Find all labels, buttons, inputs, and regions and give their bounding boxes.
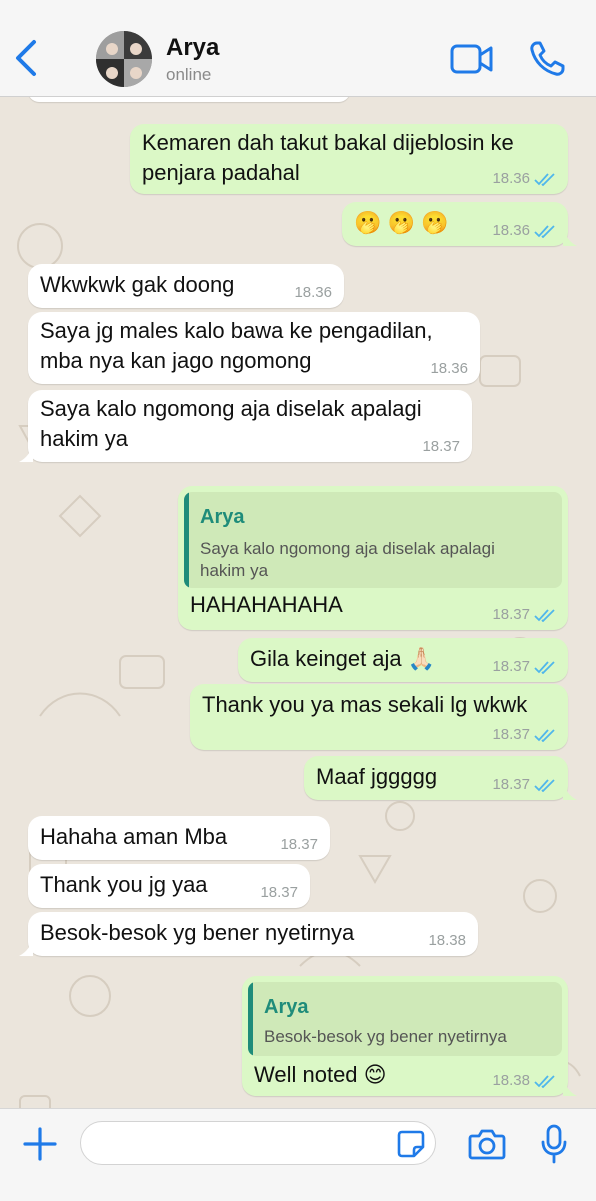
message-text: Besok-besok yg bener nyetirnya — [40, 920, 355, 945]
outgoing-message[interactable]: Maaf jggggg 18.37 — [304, 756, 577, 800]
read-receipt-icon — [534, 1074, 555, 1088]
sticker-icon[interactable] — [396, 1129, 426, 1159]
message-time: 18.37 — [492, 658, 530, 675]
message-time: 18.37 — [280, 836, 318, 853]
quote-text: hakim ya — [200, 561, 269, 580]
message-time: 18.37 — [492, 606, 530, 623]
read-receipt-icon — [534, 660, 555, 674]
quote-author: Arya — [264, 996, 309, 1018]
message-time: 18.37 — [492, 776, 530, 793]
message-time: 18.37 — [260, 884, 298, 901]
outgoing-message[interactable]: 🫢 🫢 🫢 18.36 — [342, 202, 577, 246]
message-list[interactable]: Kemaren dah takut bakal dijeblosin ke pe… — [0, 96, 596, 1108]
read-receipt-icon — [534, 608, 555, 622]
message-text: Well noted 😊 — [254, 1062, 387, 1087]
message-input[interactable] — [80, 1121, 436, 1165]
read-receipt-icon — [534, 172, 555, 186]
quoted-message[interactable]: Arya Saya kalo ngomong aja diselak apala… — [184, 492, 562, 588]
incoming-message[interactable]: Besok-besok yg bener nyetirnya 18.38 — [19, 912, 478, 956]
message-time: 18.38 — [428, 932, 466, 949]
contact-status: online — [166, 65, 212, 84]
back-arrow-icon[interactable] — [8, 36, 44, 80]
message-text: Wkwkwk gak doong — [40, 272, 235, 297]
message-text: Kemaren dah takut bakal dijeblosin ke — [142, 130, 514, 155]
incoming-message[interactable]: Saya kalo ngomong aja diselak apalagi ha… — [19, 390, 472, 462]
incoming-message[interactable]: Saya jg males kalo bawa ke pengadilan, m… — [28, 312, 480, 384]
chat-header: Arya online — [0, 0, 596, 97]
message-text: Thank you jg yaa — [40, 872, 208, 897]
outgoing-message[interactable]: Kemaren dah takut bakal dijeblosin ke pe… — [130, 124, 568, 194]
avatar[interactable] — [96, 31, 152, 87]
camera-icon[interactable] — [468, 1127, 506, 1161]
incoming-message[interactable]: Hahaha aman Mba 18.37 — [28, 816, 330, 860]
message-text: 🫢 🫢 🫢 — [354, 210, 449, 235]
message-text: Saya kalo ngomong aja diselak apalagi — [40, 396, 422, 421]
message-text: Thank you ya mas sekali lg wkwk — [202, 692, 528, 717]
outgoing-reply-message[interactable]: Arya Saya kalo ngomong aja diselak apala… — [178, 486, 568, 630]
message-time: 18.36 — [294, 284, 332, 301]
microphone-icon[interactable] — [540, 1124, 568, 1164]
phone-call-icon[interactable] — [528, 40, 566, 78]
message-time: 18.36 — [492, 170, 530, 187]
message-time: 18.37 — [492, 726, 530, 743]
plus-icon[interactable] — [22, 1126, 58, 1162]
read-receipt-icon — [534, 224, 555, 238]
quoted-message[interactable]: Arya Besok-besok yg bener nyetirnya — [248, 982, 562, 1056]
message-text: Maaf jggggg — [316, 764, 438, 789]
outgoing-reply-message[interactable]: Arya Besok-besok yg bener nyetirnya Well… — [242, 976, 577, 1096]
message-time: 18.36 — [492, 222, 530, 239]
quote-text: Saya kalo ngomong aja diselak apalagi — [200, 539, 495, 558]
read-receipt-icon — [534, 728, 555, 742]
composer-bar — [0, 1108, 596, 1201]
message-time: 18.37 — [422, 438, 460, 455]
message-text: Gila keinget aja 🙏🏻 — [250, 646, 436, 671]
outgoing-message[interactable]: Gila keinget aja 🙏🏻 18.37 — [238, 638, 568, 682]
message-text: mba nya kan jago ngomong — [40, 348, 312, 373]
message-text: hakim ya — [40, 426, 129, 451]
contact-name[interactable]: Arya — [166, 34, 219, 62]
incoming-message[interactable]: Wkwkwk gak doong 18.36 — [28, 264, 344, 308]
quote-text: Besok-besok yg bener nyetirnya — [264, 1027, 507, 1046]
outgoing-message[interactable]: Thank you ya mas sekali lg wkwk 18.37 — [190, 684, 568, 750]
message-time: 18.36 — [430, 360, 468, 377]
read-receipt-icon — [534, 778, 555, 792]
quote-author: Arya — [200, 506, 245, 528]
message-text: Hahaha aman Mba — [40, 824, 228, 849]
message-text: Saya jg males kalo bawa ke pengadilan, — [40, 318, 433, 343]
incoming-message[interactable]: Thank you jg yaa 18.37 — [28, 864, 310, 908]
message-text: HAHAHAHAHA — [190, 592, 343, 617]
video-call-icon[interactable] — [450, 42, 494, 76]
message-text: penjara padahal — [142, 160, 300, 185]
message-time: 18.38 — [492, 1072, 530, 1089]
